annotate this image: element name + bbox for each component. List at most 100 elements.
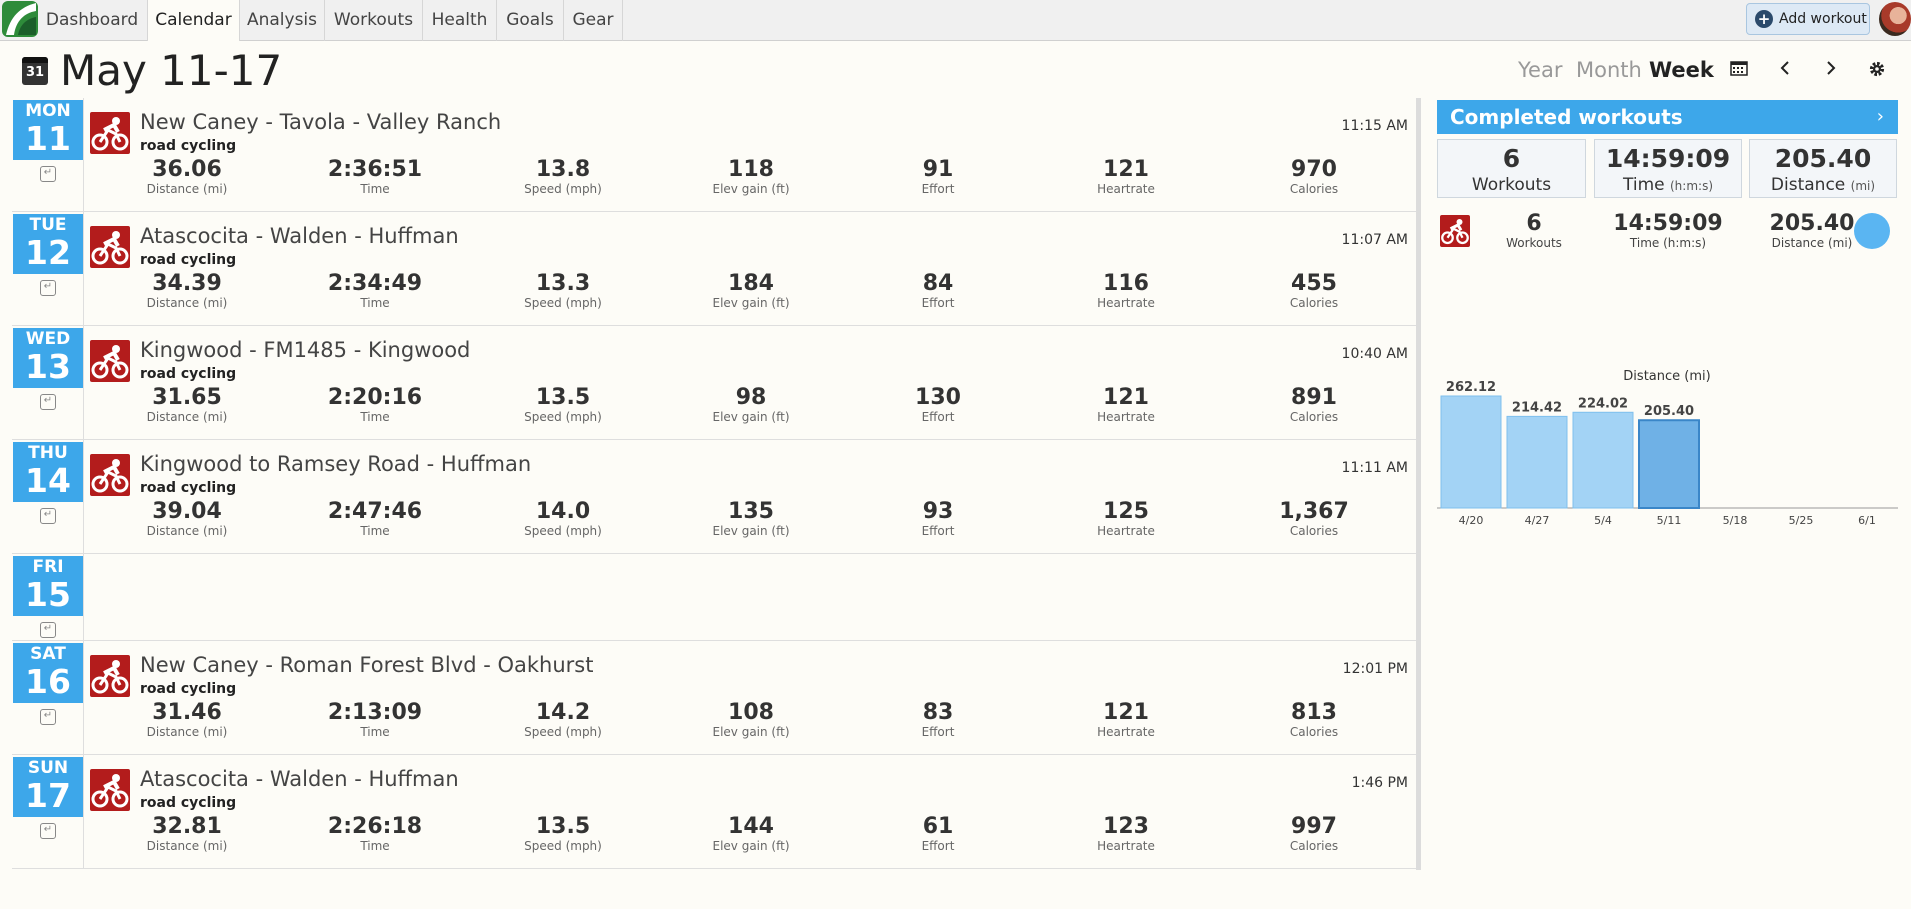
workout-stat: 2:13:09 Time <box>305 701 445 740</box>
stat-label: Time <box>360 524 390 538</box>
workout-title[interactable]: Atascocita - Walden - Huffman <box>140 224 459 248</box>
add-workout-button[interactable]: + Add workout <box>1746 3 1870 35</box>
shoe-icon[interactable]: ↵ <box>40 394 56 410</box>
chart-data-label: 205.40 <box>1644 404 1694 419</box>
stat-label: Effort <box>921 182 955 196</box>
shoe-icon[interactable]: ↵ <box>40 166 56 182</box>
day-badge[interactable]: SAT 16 <box>13 643 83 703</box>
view-year[interactable]: Year <box>1518 58 1562 82</box>
day-column: SAT 16 ↵ <box>12 641 84 754</box>
chart-x-tick: 4/27 <box>1525 514 1550 527</box>
stat-label: Elev gain (ft) <box>712 725 790 739</box>
avatar[interactable] <box>1879 2 1911 36</box>
calendar-grid-icon[interactable] <box>1728 60 1750 82</box>
stat-value: 970 <box>1291 157 1337 182</box>
stat-label: Time <box>360 410 390 424</box>
workout-stat: 31.46 Distance (mi) <box>117 701 257 740</box>
stat-value: 997 <box>1291 814 1337 839</box>
completed-workouts-header[interactable]: Completed workouts › <box>1437 100 1898 134</box>
stat-value: 91 <box>922 157 954 182</box>
stat-label: Speed (mph) <box>524 182 602 196</box>
shoe-icon[interactable]: ↵ <box>40 709 56 725</box>
chart-x-tick: 5/18 <box>1723 514 1748 527</box>
workout-stat: 123 Heartrate <box>1056 815 1196 854</box>
stat-label: Heartrate <box>1097 182 1155 196</box>
stat-value: 455 <box>1291 271 1337 296</box>
workout-stat: 31.65 Distance (mi) <box>117 386 257 425</box>
shoe-icon[interactable]: ↵ <box>40 622 56 638</box>
workout-stat: 130 Effort <box>868 386 1008 425</box>
day-badge[interactable]: WED 13 <box>13 328 83 388</box>
stat-label: Distance (mi) <box>146 524 228 538</box>
nav-tab-health[interactable]: Health <box>423 0 497 41</box>
stat-label: Heartrate <box>1097 296 1155 310</box>
road-cycling-icon[interactable] <box>90 655 130 697</box>
shoe-icon[interactable]: ↵ <box>40 280 56 296</box>
stat-value: 13.5 <box>535 814 591 839</box>
workout-title[interactable]: New Caney - Roman Forest Blvd - Oakhurst <box>140 653 593 677</box>
chart-data-label: 214.42 <box>1512 400 1562 415</box>
day-row-sun: SUN 17 ↵ Atascocita - Walden - Huffman 1:46 … <box>12 755 1416 869</box>
road-cycling-icon[interactable] <box>90 769 130 811</box>
shoe-icon[interactable]: ↵ <box>40 508 56 524</box>
nav-tab-goals[interactable]: Goals <box>497 0 564 41</box>
chart-data-label: 224.02 <box>1578 396 1628 411</box>
view-week[interactable]: Week <box>1649 58 1714 82</box>
stat-label: Effort <box>921 410 955 424</box>
workout-title[interactable]: New Caney - Tavola - Valley Ranch <box>140 110 501 134</box>
chevron-right-icon[interactable] <box>1820 60 1842 82</box>
day-badge[interactable]: MON 11 <box>13 100 83 160</box>
chevron-left-icon[interactable] <box>1774 60 1796 82</box>
stat-value: 891 <box>1291 385 1337 410</box>
day-number: 16 <box>25 662 71 701</box>
view-month[interactable]: Month <box>1576 58 1642 82</box>
workout-type: road cycling <box>140 138 237 154</box>
day-of-week: WED <box>25 329 71 349</box>
day-badge[interactable]: SUN 17 <box>13 757 83 817</box>
road-cycling-icon[interactable] <box>90 340 130 382</box>
stat-value: 118 <box>728 157 774 182</box>
day-column: SUN 17 ↵ <box>12 755 84 868</box>
stat-label: Elev gain (ft) <box>712 410 790 424</box>
workout-stat: 2:26:18 Time <box>305 815 445 854</box>
road-cycling-icon[interactable] <box>90 112 130 154</box>
stat-label: Heartrate <box>1097 410 1155 424</box>
type-workouts: 6 Workouts <box>1506 211 1562 251</box>
workout-stat: 121 Heartrate <box>1056 701 1196 740</box>
stat-label: Effort <box>921 524 955 538</box>
workout-stat: 84 Effort <box>868 272 1008 311</box>
nav-tab-dashboard[interactable]: Dashboard <box>37 0 148 41</box>
road-cycling-icon[interactable] <box>90 454 130 496</box>
day-badge[interactable]: TUE 12 <box>13 214 83 274</box>
nav-tab-gear[interactable]: Gear <box>564 0 623 41</box>
workout-stat: 121 Heartrate <box>1056 158 1196 197</box>
day-row-thu: THU 14 ↵ Kingwood to Ramsey Road - Huffman 1… <box>12 440 1416 554</box>
day-number: 14 <box>25 461 71 500</box>
shoe-icon[interactable]: ↵ <box>40 823 56 839</box>
nav-tab-analysis[interactable]: Analysis <box>240 0 325 41</box>
workout-title[interactable]: Atascocita - Walden - Huffman <box>140 767 459 791</box>
nav-tab-workouts[interactable]: Workouts <box>325 0 423 41</box>
gear-icon[interactable] <box>1866 60 1888 82</box>
workout-stat: 116 Heartrate <box>1056 272 1196 311</box>
nav-tab-calendar[interactable]: Calendar <box>148 0 240 41</box>
stat-value: 36.06 <box>152 157 222 182</box>
workout-stat: 2:34:49 Time <box>305 272 445 311</box>
app-logo[interactable] <box>2 1 38 37</box>
workout-stat: 108 Elev gain (ft) <box>681 700 821 740</box>
chart-x-tick: 4/20 <box>1459 514 1484 527</box>
day-badge[interactable]: FRI 15 <box>13 556 83 616</box>
stat-label: Distance (mi) <box>146 839 228 853</box>
stat-label: Calories <box>1289 524 1339 538</box>
workout-title[interactable]: Kingwood to Ramsey Road - Huffman <box>140 452 531 476</box>
day-number: 12 <box>25 233 71 272</box>
stat-value: 108 <box>728 700 774 725</box>
workout-title[interactable]: Kingwood - FM1485 - Kingwood <box>140 338 470 362</box>
stat-value: 2:20:16 <box>327 385 423 410</box>
chart-data-label: 262.12 <box>1446 380 1496 395</box>
day-of-week: MON <box>25 101 71 121</box>
road-cycling-icon[interactable] <box>90 226 130 268</box>
day-badge[interactable]: THU 14 <box>13 442 83 502</box>
stat-label: Distance (mi) <box>146 182 228 196</box>
distance-bar-chart: Distance (mi) 262.12 4/20 214.42 4/27 224.02 5… <box>1437 369 1898 527</box>
